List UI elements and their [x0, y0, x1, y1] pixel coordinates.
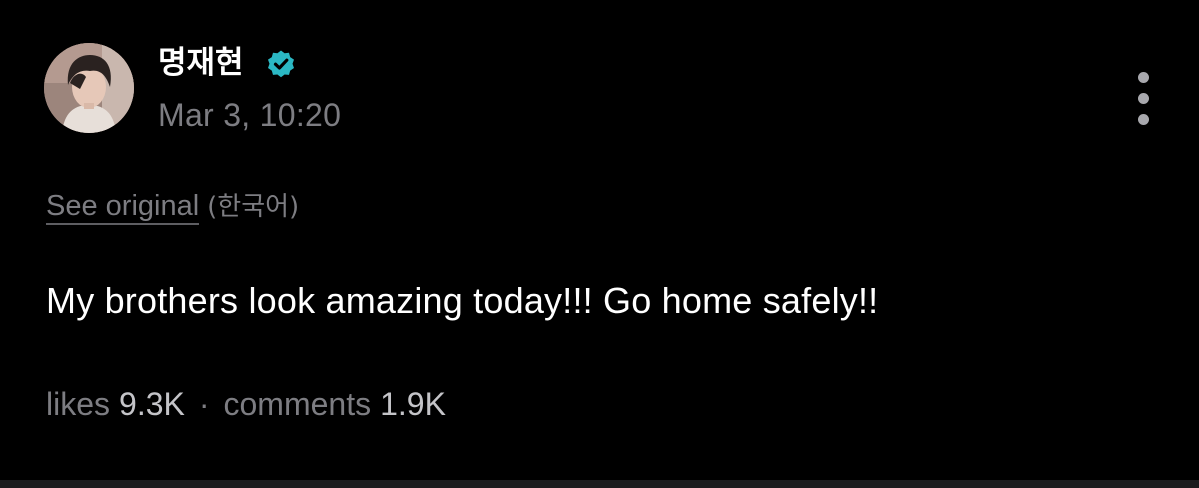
comments-count: 1.9K [380, 386, 446, 422]
avatar-image [44, 43, 134, 133]
bottom-divider [0, 480, 1199, 488]
post-timestamp: Mar 3, 10:20 [158, 97, 342, 133]
likes-stat[interactable]: likes 9.3K [46, 386, 185, 422]
translation-row: See original (한국어) [46, 188, 299, 225]
author-avatar[interactable] [44, 43, 134, 133]
post-card: 명재현 Mar 3, 10:20 See original (한국어) My br… [0, 0, 1199, 480]
more-vertical-icon-dot [1138, 114, 1149, 125]
likes-count: 9.3K [119, 386, 185, 422]
comments-label: comments [223, 386, 372, 422]
more-options-button[interactable] [1126, 68, 1162, 128]
see-original-link[interactable]: See original [46, 190, 200, 225]
more-vertical-icon-dot [1138, 93, 1149, 104]
stats-separator: · [198, 386, 210, 422]
more-vertical-icon [1138, 72, 1149, 83]
author-name[interactable]: 명재현 [158, 44, 244, 82]
likes-label: likes [46, 386, 111, 422]
post-body-text: My brothers look amazing today!!! Go hom… [46, 280, 879, 321]
comments-stat[interactable]: comments 1.9K [224, 386, 446, 422]
post-stats: likes 9.3K · comments 1.9K [46, 384, 446, 424]
original-language-label: (한국어) [207, 192, 300, 222]
verified-badge-icon [268, 50, 294, 78]
